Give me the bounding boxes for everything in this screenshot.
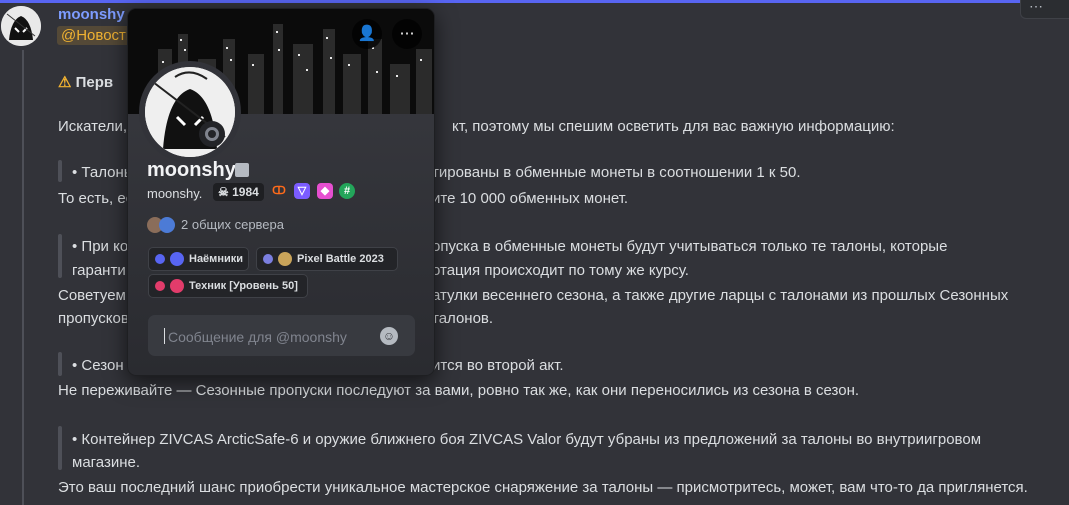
role-chip[interactable]: Техник [Уровень 50] xyxy=(148,274,308,298)
nitro-boost-badge-icon[interactable]: ↀ xyxy=(271,183,287,199)
blockquote-bar xyxy=(58,426,62,470)
blockquote-bar xyxy=(58,160,62,182)
warning-icon: ⚠ xyxy=(58,74,72,91)
text-caret xyxy=(164,328,165,344)
message-line: Это ваш последний шанс приобрести уникал… xyxy=(58,479,1028,496)
shield-badge-icon[interactable]: ▽ xyxy=(294,183,310,199)
more-options-icon[interactable]: ⋯ xyxy=(392,19,422,49)
message-line: ите 10 000 обменных монет. xyxy=(432,190,629,207)
status-indicator xyxy=(199,121,225,147)
message-line: Искатели, xyxy=(58,118,128,135)
thread-line xyxy=(22,50,24,505)
hashtag-badge-icon[interactable]: # xyxy=(339,183,355,199)
quote-line: гаранти xyxy=(72,262,126,279)
profile-avatar[interactable] xyxy=(139,61,241,163)
direct-message-box[interactable]: ☺ xyxy=(148,315,415,356)
message-line: То есть, ес xyxy=(58,190,134,207)
top-accent-bar xyxy=(0,0,1069,3)
message-line: атулки весеннего сезона, а также другие … xyxy=(432,287,1009,304)
profile-username: moonshy. xyxy=(147,186,203,201)
author-avatar[interactable] xyxy=(1,6,41,46)
quote-line: • Талоны xyxy=(72,164,135,181)
message-line: Не переживайте — Сезонные пропуски после… xyxy=(58,382,860,399)
quote-line: магазине. xyxy=(72,454,141,471)
message-line: Советуем xyxy=(58,287,126,304)
mutual-server-avatar[interactable] xyxy=(159,217,175,233)
role-color-dot xyxy=(155,254,165,264)
emoji-icon[interactable]: ☺ xyxy=(380,327,398,345)
author-name[interactable]: moonshy xyxy=(58,6,125,23)
mutual-servers-link[interactable]: 2 общих сервера xyxy=(181,217,284,232)
blockquote-bar xyxy=(58,352,62,376)
server-tag[interactable]: ☠ 1984 xyxy=(213,183,264,201)
role-icon xyxy=(170,252,184,266)
add-friend-icon[interactable]: 👤 xyxy=(352,19,382,49)
role-icon xyxy=(278,252,292,266)
quote-line: отация происходит по тому же курсу. xyxy=(432,262,689,279)
profile-popout: 👤 ⋯ moonshy moonshy. ☠ 1984 ↀ ▽ ◆ # 2 об… xyxy=(127,8,435,376)
blockquote-bar xyxy=(58,234,62,278)
gem-badge-icon[interactable]: ◆ xyxy=(317,183,333,199)
message-input[interactable] xyxy=(166,325,370,349)
role-icon xyxy=(170,279,184,293)
quote-line: ится во второй акт. xyxy=(432,357,564,374)
message-heading: ⚠ Перв xyxy=(58,74,114,91)
message-line: талонов. xyxy=(432,310,494,327)
quote-line: тированы в обменные монеты в соотношении… xyxy=(432,164,801,181)
more-icon[interactable]: ⋯ xyxy=(1029,0,1043,15)
message-line: пропусков xyxy=(58,310,129,327)
quote-line: • Сезон xyxy=(72,357,124,374)
message-line: кт, поэтому мы спешим осветить для вас в… xyxy=(452,118,895,135)
role-color-dot xyxy=(263,254,273,264)
quote-line: • Контейнер ZIVCAS ArcticSafe-6 и оружие… xyxy=(72,431,982,448)
name-badge-icon xyxy=(235,163,249,177)
quote-line: • При ко xyxy=(72,238,129,255)
profile-display-name: moonshy xyxy=(147,159,236,181)
role-color-dot xyxy=(155,281,165,291)
message-toolbar[interactable]: ⋯ xyxy=(1020,0,1069,19)
role-chip[interactable]: Наёмники xyxy=(148,247,249,271)
quote-line: опуска в обменные монеты будут учитывать… xyxy=(432,238,948,255)
role-chip[interactable]: Pixel Battle 2023 xyxy=(256,247,398,271)
